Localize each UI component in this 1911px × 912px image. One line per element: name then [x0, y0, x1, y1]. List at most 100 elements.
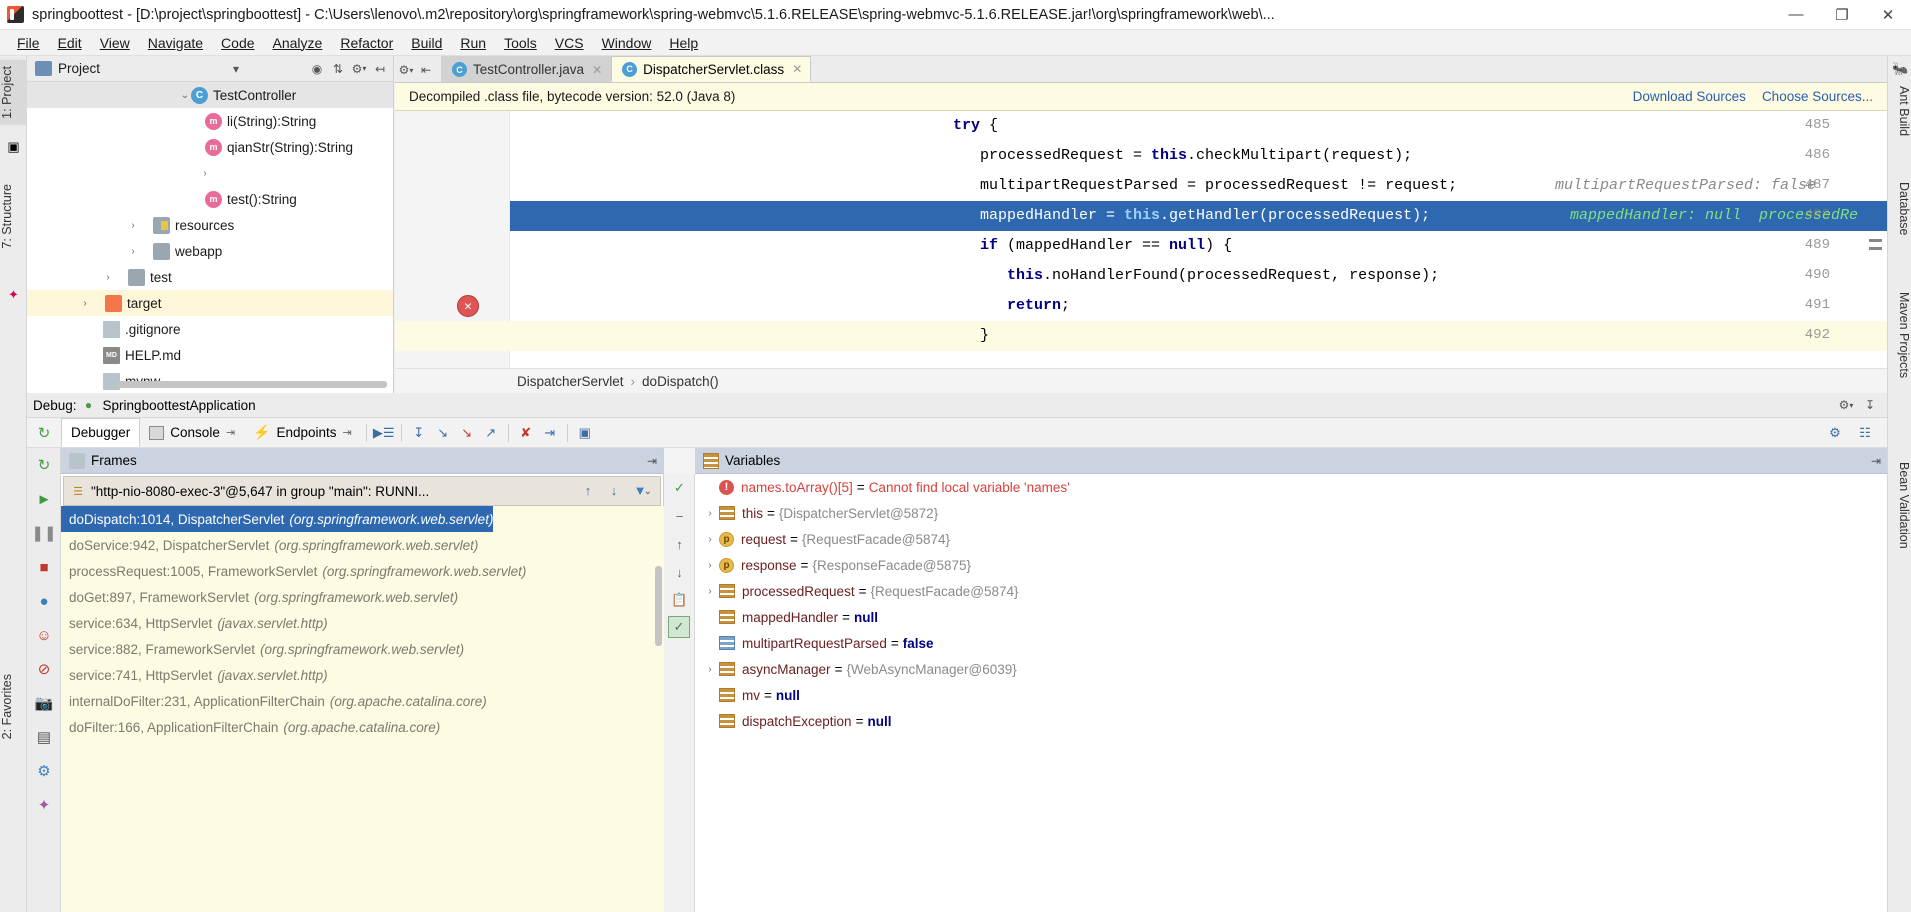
chevron-right-icon[interactable]: › [701, 534, 719, 545]
variable-row-response[interactable]: › p response = {ResponseFacade@5875} [701, 552, 1887, 578]
menu-refactor[interactable]: Refactor [331, 33, 402, 53]
debug-config-name[interactable]: SpringboottestApplication [103, 398, 256, 413]
menu-edit[interactable]: Edit [49, 33, 91, 53]
chevron-right-icon[interactable]: › [701, 664, 719, 675]
tree-item-test-method[interactable]: m test():String [27, 186, 393, 212]
tab-dispatcherservlet-class[interactable]: C DispatcherServlet.class ✕ [611, 56, 812, 82]
chevron-right-icon[interactable]: › [79, 298, 91, 309]
gear-icon[interactable]: ⚙ ▾ [1837, 396, 1855, 414]
variable-row-mv[interactable]: mv = null [701, 682, 1887, 708]
spring-icon[interactable]: ✦ [5, 286, 22, 303]
chevron-right-icon[interactable]: › [701, 586, 719, 597]
sidebar-item-ant-build[interactable]: Ant Build [1887, 80, 1911, 142]
layout-settings-icon[interactable]: ▤ [27, 720, 61, 754]
collapse-all-icon[interactable]: ⇅ [329, 60, 347, 78]
breakpoints-list-icon[interactable]: ☺ [27, 618, 61, 652]
frame-row[interactable]: service:741, HttpServlet (javax.servlet.… [61, 662, 328, 688]
frames-list[interactable]: doDispatch:1014, DispatcherServlet (org.… [61, 506, 664, 912]
settings-gear-icon[interactable]: ⚙ [27, 754, 61, 788]
sidebar-item-bean-validation[interactable]: Bean Validation [1887, 456, 1911, 555]
download-sources-link[interactable]: Download Sources [1633, 89, 1746, 104]
project-tree-hscrollbar[interactable] [117, 381, 387, 388]
close-button[interactable]: ✕ [1865, 0, 1911, 30]
editor-marker-stripe[interactable] [1869, 239, 1882, 242]
pause-program-icon[interactable]: ❚❚ [27, 516, 61, 550]
step-over-icon[interactable]: ↧ [407, 421, 431, 445]
evaluate-expression-icon[interactable]: ▣ [573, 421, 597, 445]
menu-view[interactable]: View [91, 33, 139, 53]
frame-row[interactable]: internalDoFilter:231, ApplicationFilterC… [61, 688, 487, 714]
variable-row-request[interactable]: › p request = {RequestFacade@5874} [701, 526, 1887, 552]
tree-item-webapp[interactable]: › webapp [27, 238, 393, 264]
pin-icon[interactable]: ⇥ [226, 426, 235, 439]
move-down-icon[interactable]: ↓ [664, 558, 695, 586]
hide-panel-icon[interactable]: ↤ [371, 60, 389, 78]
chevron-right-icon[interactable]: › [127, 246, 139, 257]
chevron-down-icon[interactable]: ▾ [227, 60, 245, 78]
variable-row-asyncmanager[interactable]: › asyncManager = {WebAsyncManager@6039} [701, 656, 1887, 682]
pin-icon[interactable]: ✦ [27, 788, 61, 822]
frame-row[interactable]: service:882, FrameworkServlet (org.sprin… [61, 636, 464, 662]
sidebar-item-project[interactable]: 1: Project [0, 60, 27, 125]
chevron-down-icon[interactable]: ⌄ [179, 90, 191, 101]
menu-run[interactable]: Run [451, 33, 495, 53]
chevron-right-icon[interactable]: › [127, 220, 139, 231]
editor-marker-stripe[interactable] [1869, 247, 1882, 250]
tree-item-testcontroller[interactable]: ⌄ C TestController [27, 82, 393, 108]
settings-icon[interactable]: ⚙ [1823, 421, 1847, 445]
frame-row[interactable]: service:634, HttpServlet (javax.servlet.… [61, 610, 328, 636]
target-icon[interactable]: ◉ [308, 60, 326, 78]
stop-icon[interactable]: ■ [27, 550, 61, 584]
variable-row-dispatchexception[interactable]: dispatchException = null [701, 708, 1887, 734]
close-icon[interactable]: ✕ [792, 62, 802, 76]
minus-icon[interactable]: − [664, 502, 695, 530]
view-breakpoints-icon[interactable]: ● [27, 584, 61, 618]
frame-row[interactable]: doGet:897, FrameworkServlet (org.springf… [61, 584, 458, 610]
frame-row[interactable]: processRequest:1005, FrameworkServlet (o… [61, 558, 526, 584]
menu-code[interactable]: Code [212, 33, 263, 53]
show-execution-point-icon[interactable]: ▶☰ [372, 421, 396, 445]
hide-panel-icon[interactable]: ↧ [1861, 396, 1879, 414]
step-out-icon[interactable]: ↗ [479, 421, 503, 445]
sidebar-item-maven-projects[interactable]: Maven Projects [1887, 286, 1911, 384]
tab-testcontroller-java[interactable]: C TestController.java ✕ [441, 56, 612, 82]
breadcrumb-method[interactable]: doDispatch() [642, 374, 719, 389]
camera-icon[interactable]: 📷 [27, 686, 61, 720]
variable-row-mappedhandler[interactable]: mappedHandler = null [701, 604, 1887, 630]
variable-row-this[interactable]: › this = {DispatcherServlet@5872} [701, 500, 1887, 526]
variables-list[interactable]: ! names.toArray()[5] = Cannot find local… [695, 474, 1887, 912]
tree-item-mvnw[interactable]: mvnw [27, 368, 393, 392]
frame-row[interactable]: doService:942, DispatcherServlet (org.sp… [61, 532, 478, 558]
menu-vcs[interactable]: VCS [546, 33, 593, 53]
customize-data-views-icon[interactable]: ✓ [664, 474, 695, 502]
drop-frame-icon[interactable]: ✘ [514, 421, 538, 445]
choose-sources-link[interactable]: Choose Sources... [1762, 89, 1873, 104]
frame-row[interactable]: doDispatch:1014, DispatcherServlet (org.… [61, 506, 494, 532]
layout-icon[interactable]: ☷ [1853, 421, 1877, 445]
force-step-into-icon[interactable]: ↘ [455, 421, 479, 445]
tree-item-help-md[interactable]: MD HELP.md [27, 342, 393, 368]
menu-window[interactable]: Window [593, 33, 661, 53]
code-viewer[interactable]: 485 try { 486 processedRequest = this.ch… [395, 111, 1887, 393]
hide-frames-icon[interactable]: ⇥ [647, 454, 663, 468]
frames-vscrollbar[interactable] [655, 566, 662, 646]
tree-item-resources[interactable]: › resources [27, 212, 393, 238]
sidebar-item-favorites[interactable]: 2: Favorites [0, 668, 27, 745]
menu-file[interactable]: File [8, 33, 49, 53]
tree-item-target[interactable]: › target [27, 290, 393, 316]
chevron-right-icon[interactable]: › [701, 560, 719, 571]
chevron-right-icon[interactable]: › [199, 168, 211, 179]
rerun-icon[interactable]: ↻ [27, 424, 61, 442]
filter-icon[interactable]: ▼ [628, 478, 652, 502]
copy-icon[interactable]: 📋 [664, 586, 695, 614]
menu-navigate[interactable]: Navigate [139, 33, 212, 53]
tree-item-li-method[interactable]: m li(String):String [27, 108, 393, 134]
tab-debugger[interactable]: Debugger [61, 418, 141, 447]
variable-row-error[interactable]: ! names.toArray()[5] = Cannot find local… [701, 474, 1887, 500]
pin-icon[interactable]: ⇥ [343, 426, 352, 439]
close-icon[interactable]: ✕ [592, 63, 602, 77]
gear-icon[interactable]: ⚙ ▾ [397, 61, 415, 79]
tree-item-gitignore[interactable]: .gitignore [27, 316, 393, 342]
hide-variables-icon[interactable]: ⇥ [1871, 454, 1887, 468]
sidebar-item-database[interactable]: Database [1887, 176, 1911, 242]
